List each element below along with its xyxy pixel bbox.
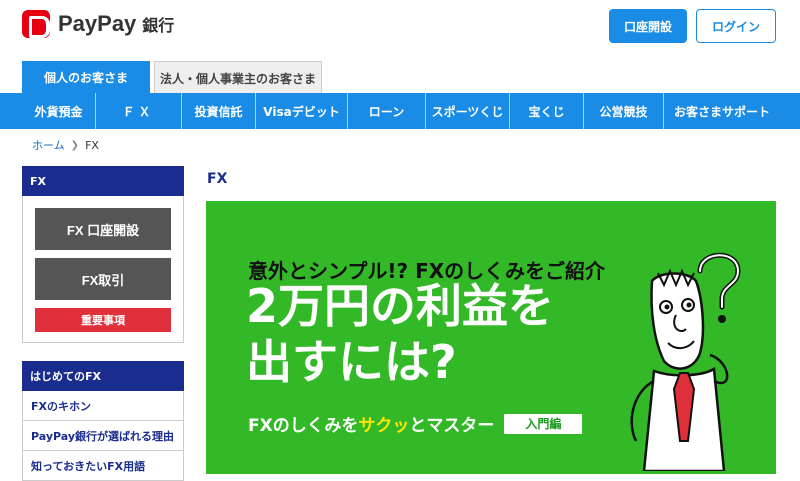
- beginner-badge: 入門編: [504, 413, 583, 434]
- paypay-logo-icon: [22, 10, 50, 38]
- sidebar-section-beginner-fx[interactable]: はじめてのFX: [22, 361, 184, 391]
- nav-fx[interactable]: ＦＸ: [96, 93, 182, 129]
- fx-open-account-button[interactable]: FX 口座開設: [35, 208, 171, 250]
- sidebar-link-why-paypay[interactable]: PayPay銀行が選ばれる理由: [22, 421, 184, 451]
- tab-personal[interactable]: 個人のお客さま: [22, 61, 150, 94]
- fx-intro-banner[interactable]: 意外とシンプル!? FXのしくみをご紹介 2万円の利益を 出すには? FXのしく…: [206, 201, 776, 474]
- nav-lottery[interactable]: 宝くじ: [510, 93, 584, 129]
- sidebar-button-box: FX 口座開設 FX取引 重要事項: [22, 196, 184, 343]
- site-header: PayPay 銀行 口座開設 ログイン: [0, 0, 800, 62]
- logo-text: PayPay: [58, 11, 137, 36]
- nav-foreign-deposit[interactable]: 外貨預金: [22, 93, 96, 129]
- nav-public-racing[interactable]: 公営競技: [584, 93, 664, 129]
- main-nav: 外貨預金 ＦＸ 投資信託 Visaデビット ローン スポーツくじ 宝くじ 公営競…: [0, 93, 800, 129]
- banner-headline-1: 2万円の利益を: [246, 279, 555, 333]
- nav-sports-lottery[interactable]: スポーツくじ: [426, 93, 510, 129]
- paypay-bank-logo[interactable]: PayPay 銀行: [22, 10, 174, 38]
- breadcrumb-current: FX: [85, 138, 99, 152]
- banner-tagline: FXのしくみを サクッ とマスター 入門編: [248, 411, 583, 436]
- banner-tagline-b: とマスター: [409, 416, 495, 436]
- thinking-character-illustration: [630, 252, 741, 471]
- sidebar-section-fx[interactable]: FX: [22, 166, 184, 196]
- banner-tagline-a: FXのしくみを: [248, 416, 359, 436]
- logo-sub: 銀行: [142, 16, 175, 35]
- nav-customer-support[interactable]: お客さまサポート: [664, 93, 780, 129]
- fx-trade-button[interactable]: FX取引: [35, 258, 171, 300]
- login-button[interactable]: ログイン: [696, 9, 776, 43]
- important-notice-button[interactable]: 重要事項: [35, 308, 171, 332]
- nav-loan[interactable]: ローン: [348, 93, 426, 129]
- sidebar-link-fx-basics[interactable]: FXのキホン: [22, 391, 184, 421]
- nav-investment-trust[interactable]: 投資信託: [182, 93, 256, 129]
- chevron-right-icon: ❯: [70, 139, 80, 151]
- tab-corporate[interactable]: 法人・個人事業主のお客さま: [154, 61, 322, 94]
- sidebar-link-fx-glossary[interactable]: 知っておきたいFX用語: [22, 451, 184, 481]
- breadcrumb-home-link[interactable]: ホーム: [32, 137, 65, 153]
- banner-headline-2: 出すには?: [246, 335, 457, 389]
- nav-visa-debit[interactable]: Visaデビット: [256, 93, 348, 129]
- banner-tagline-highlight: サクッ: [358, 416, 410, 436]
- page-title: FX: [207, 171, 228, 187]
- open-account-button[interactable]: 口座開設: [609, 9, 687, 43]
- breadcrumb: ホーム ❯ FX: [32, 137, 99, 153]
- sidebar: FX FX 口座開設 FX取引 重要事項 はじめてのFX FXのキホン PayP…: [22, 166, 184, 481]
